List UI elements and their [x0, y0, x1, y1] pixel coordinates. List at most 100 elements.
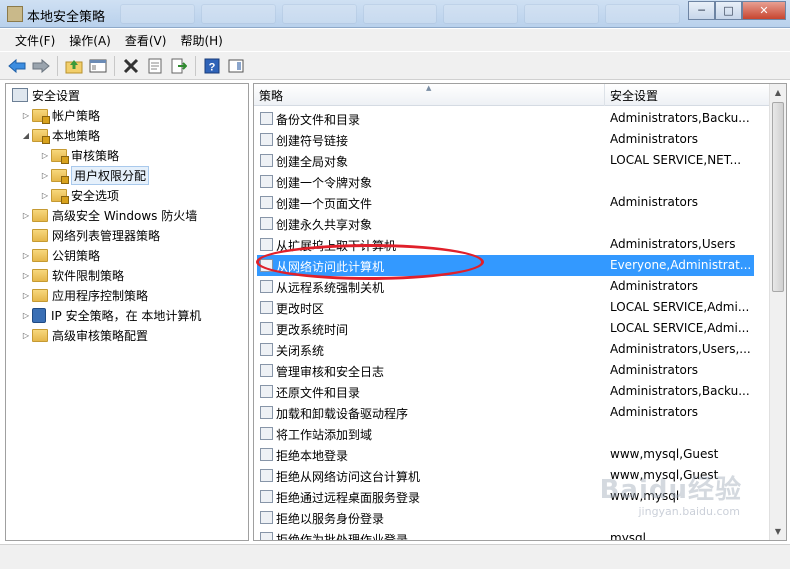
- watermark-url: jingyan.baidu.com: [638, 505, 740, 518]
- tree-item[interactable]: ▷ 用户权限分配: [39, 165, 150, 185]
- forward-button[interactable]: [30, 55, 52, 77]
- close-button[interactable]: ✕: [742, 1, 786, 20]
- window-title: 本地安全策略: [27, 10, 106, 25]
- maximize-button[interactable]: □: [715, 1, 742, 20]
- up-level-button[interactable]: [63, 55, 85, 77]
- folder-icon: [32, 288, 48, 302]
- collapsed-arrow-icon[interactable]: ▷: [39, 171, 51, 180]
- expanded-arrow-icon[interactable]: ◢: [20, 131, 32, 140]
- menu-view[interactable]: 查看(V): [118, 32, 174, 49]
- policy-setting: LOCAL SERVICE,Admi...: [610, 300, 750, 314]
- collapsed-arrow-icon[interactable]: ▷: [20, 311, 32, 320]
- policy-row[interactable]: 拒绝本地登录 www,mysql,Guest: [254, 444, 770, 465]
- collapsed-arrow-icon[interactable]: ▷: [39, 151, 51, 160]
- policy-setting: LOCAL SERVICE,Admi...: [610, 321, 750, 335]
- policy-setting: Administrators,Backu...: [610, 111, 750, 125]
- menu-help[interactable]: 帮助(H): [173, 32, 229, 49]
- policy-row[interactable]: 创建一个令牌对象: [254, 171, 770, 192]
- show-action-pane-button[interactable]: [225, 55, 247, 77]
- collapsed-arrow-icon[interactable]: ▷: [20, 211, 32, 220]
- baidu-jingyan-watermark: Baidu经验: [599, 475, 742, 505]
- tree-item[interactable]: ▷ 软件限制策略: [20, 265, 124, 285]
- show-hide-tree-button[interactable]: [87, 55, 109, 77]
- delete-button[interactable]: [120, 55, 142, 77]
- menu-file[interactable]: 文件(F): [8, 32, 62, 49]
- policy-setting: Administrators: [610, 132, 699, 146]
- help-button[interactable]: ?: [201, 55, 223, 77]
- tree-item[interactable]: 安全设置: [12, 85, 80, 105]
- policy-row[interactable]: 从扩展坞上取下计算机 Administrators,Users: [254, 234, 770, 255]
- collapsed-arrow-icon[interactable]: ▷: [20, 271, 32, 280]
- policy-row[interactable]: 创建符号链接 Administrators: [254, 129, 770, 150]
- policy-row[interactable]: 更改系统时间 LOCAL SERVICE,Admi...: [254, 318, 770, 339]
- policy-row[interactable]: 创建一个页面文件 Administrators: [254, 192, 770, 213]
- toolbar: ?: [0, 52, 790, 80]
- scrollbar-thumb[interactable]: [772, 102, 784, 292]
- tree-item-label: IP 安全策略，在 本地计算机: [51, 308, 202, 323]
- export-list-button[interactable]: [168, 55, 190, 77]
- policy-name: 拒绝作为批处理作业登录: [276, 533, 409, 541]
- tree-item[interactable]: ▷ IP 安全策略，在 本地计算机: [20, 305, 201, 325]
- list-header: 策略 ▲ 安全设置: [254, 84, 786, 106]
- forward-arrow-icon: [32, 58, 50, 73]
- tree-item[interactable]: 网络列表管理器策略: [20, 225, 160, 245]
- policy-name: 创建一个页面文件: [276, 197, 373, 211]
- background-taskbar-ghosts: [120, 4, 681, 24]
- policy-row[interactable]: 从远程系统强制关机 Administrators: [254, 276, 770, 297]
- tree-item-label: 网络列表管理器策略: [52, 228, 161, 243]
- properties-button[interactable]: [144, 55, 166, 77]
- policy-row[interactable]: 管理审核和安全日志 Administrators: [254, 360, 770, 381]
- policy-row[interactable]: 加载和卸载设备驱动程序 Administrators: [254, 402, 770, 423]
- policy-row[interactable]: 从网络访问此计算机 Everyone,Administrat...: [257, 255, 754, 276]
- tree-item[interactable]: ▷ 公钥策略: [20, 245, 100, 265]
- collapsed-arrow-icon[interactable]: ▷: [20, 111, 32, 120]
- tree-item[interactable]: ▷ 安全选项: [39, 185, 119, 205]
- policy-icon: [260, 427, 273, 440]
- tree-item[interactable]: ◢ 本地策略: [20, 125, 100, 145]
- tree-item-label: 用户权限分配: [71, 165, 150, 185]
- policy-name: 管理审核和安全日志: [276, 365, 385, 379]
- policy-folder-icon: [51, 148, 69, 164]
- policy-icon: [260, 385, 273, 398]
- policy-name: 创建全局对象: [276, 155, 349, 169]
- policy-row[interactable]: 更改时区 LOCAL SERVICE,Admi...: [254, 297, 770, 318]
- folder-icon: [32, 228, 48, 242]
- policy-icon: [260, 448, 273, 461]
- back-arrow-icon: [8, 58, 26, 73]
- app-icon: [7, 6, 23, 22]
- policy-row[interactable]: 关闭系统 Administrators,Users,...: [254, 339, 770, 360]
- tree-item[interactable]: ▷ 帐户策略: [20, 105, 100, 125]
- tree-item[interactable]: ▷ 高级安全 Windows 防火墙: [20, 205, 197, 225]
- policy-row[interactable]: 备份文件和目录 Administrators,Backu...: [254, 108, 770, 129]
- scroll-up-icon[interactable]: ▲: [770, 84, 786, 101]
- menu-action[interactable]: 操作(A): [62, 32, 118, 49]
- policy-setting: Everyone,Administrat...: [610, 258, 752, 272]
- policy-name: 从远程系统强制关机: [276, 281, 385, 295]
- tree-item[interactable]: ▷ 应用程序控制策略: [20, 285, 148, 305]
- policy-row[interactable]: 创建全局对象 LOCAL SERVICE,NET...: [254, 150, 770, 171]
- back-button[interactable]: [6, 55, 28, 77]
- tree-item[interactable]: ▷ 审核策略: [39, 145, 119, 165]
- folder-icon: [32, 268, 48, 282]
- collapsed-arrow-icon[interactable]: ▷: [20, 251, 32, 260]
- scroll-down-icon[interactable]: ▼: [770, 523, 786, 540]
- collapsed-arrow-icon[interactable]: ▷: [20, 331, 32, 340]
- tree-item[interactable]: ▷ 高级审核策略配置: [20, 325, 148, 345]
- policy-name: 备份文件和目录: [276, 113, 361, 127]
- policy-setting: Administrators: [610, 279, 699, 293]
- policy-row[interactable]: 将工作站添加到域: [254, 423, 770, 444]
- menu-bar: 文件(F) 操作(A) 查看(V) 帮助(H): [0, 29, 790, 51]
- minimize-button[interactable]: ─: [688, 1, 715, 20]
- column-header-setting[interactable]: 安全设置: [605, 84, 786, 106]
- tree-item-label: 高级审核策略配置: [52, 328, 149, 343]
- collapsed-arrow-icon[interactable]: ▷: [20, 291, 32, 300]
- folder-icon: [32, 248, 48, 262]
- policy-row[interactable]: 拒绝作为批处理作业登录 mysql: [254, 528, 770, 541]
- policy-setting: Administrators: [610, 405, 699, 419]
- policy-row[interactable]: 还原文件和目录 Administrators,Backu...: [254, 381, 770, 402]
- vertical-scrollbar[interactable]: ▲ ▼: [769, 84, 786, 540]
- policy-row[interactable]: 创建永久共享对象: [254, 213, 770, 234]
- policy-setting: Administrators,Backu...: [610, 384, 750, 398]
- collapsed-arrow-icon[interactable]: ▷: [39, 191, 51, 200]
- ip-security-icon: [32, 307, 46, 323]
